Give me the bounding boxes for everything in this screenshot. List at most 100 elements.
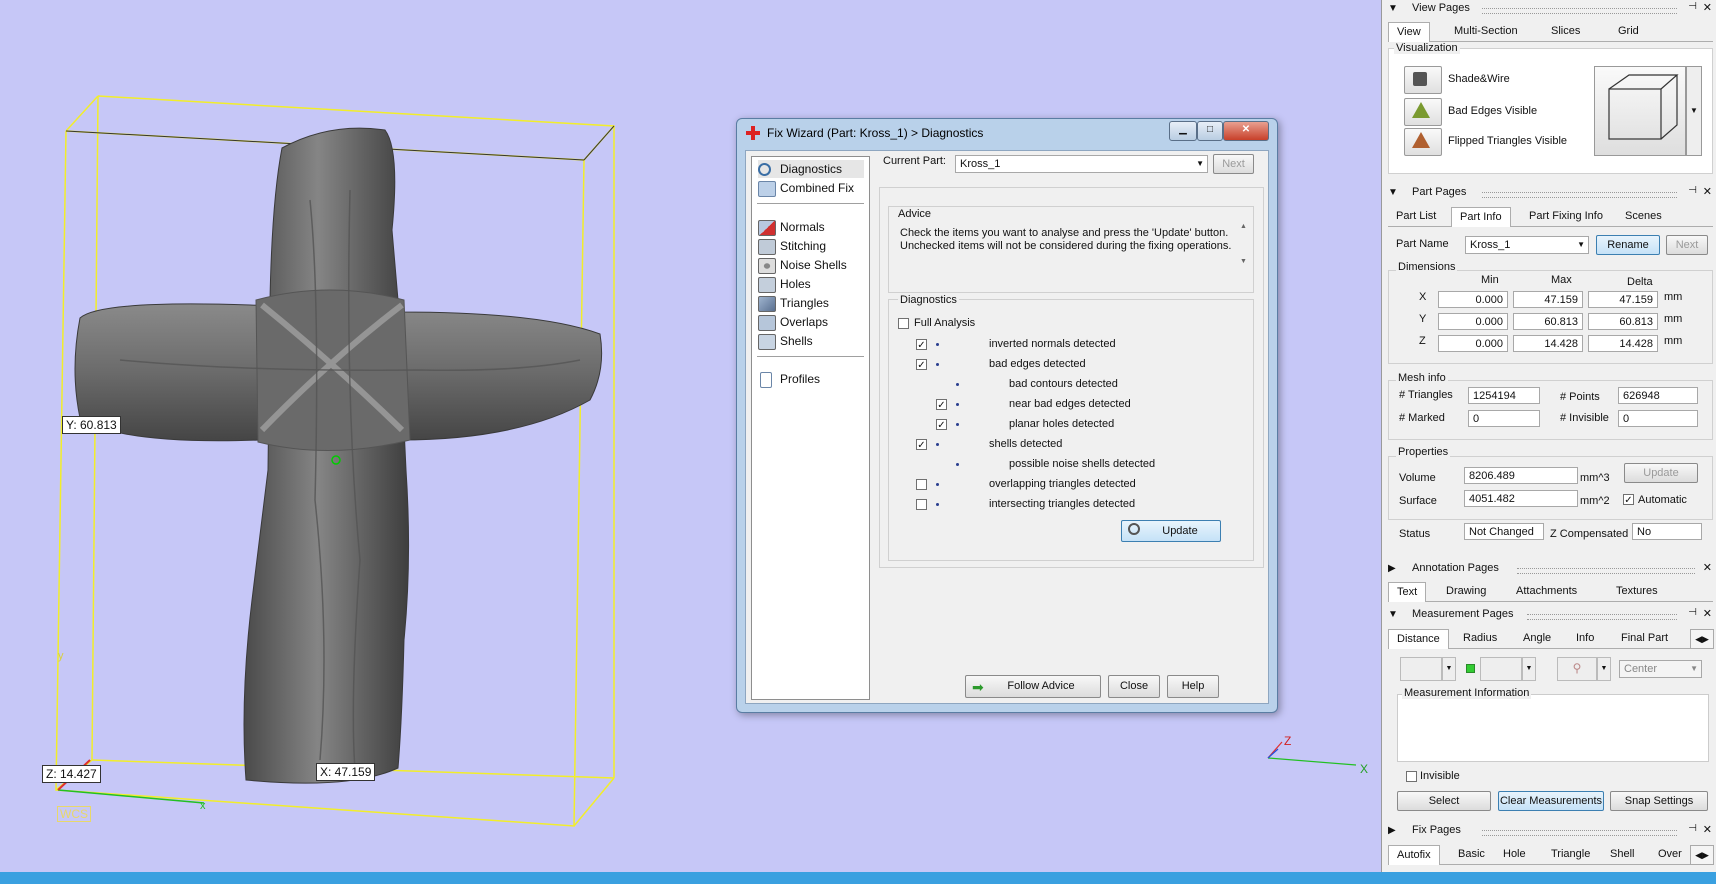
fix-tabs: Autofix Basic Hole Triangle Shell Over ◀… <box>1388 845 1714 865</box>
close-icon[interactable]: ✕ <box>1703 1 1712 14</box>
tab-scenes[interactable]: Scenes <box>1617 207 1670 225</box>
current-part-dropdown[interactable]: Kross_1 ▼ <box>955 155 1208 173</box>
part-pages-header[interactable]: ▼ Part Pages ⊣ ✕ <box>1382 184 1716 202</box>
magnifier-icon <box>758 163 771 176</box>
diagnostic-checkbox[interactable]: ✓ <box>916 339 927 351</box>
full-analysis-checkbox[interactable] <box>898 318 909 329</box>
tab-view[interactable]: View <box>1388 22 1430 42</box>
advice-scrollbar[interactable]: ▲ ▼ <box>1238 223 1249 285</box>
snap-mode-button[interactable] <box>1480 657 1522 681</box>
follow-advice-button[interactable]: ➡ Follow Advice <box>965 675 1101 698</box>
tab-text[interactable]: Text <box>1388 582 1427 602</box>
view-pages-header[interactable]: ▼ View Pages ⊣ ✕ <box>1382 0 1716 18</box>
tab-drawing[interactable]: Drawing <box>1438 582 1494 600</box>
advice-label: Advice <box>898 208 932 220</box>
fix-wizard-dialog[interactable]: Fix Wizard (Part: Kross_1) > Diagnostics… <box>736 118 1278 713</box>
pin-icon[interactable]: ⊣ <box>1688 185 1697 196</box>
nav-item-triangles[interactable]: Triangles <box>758 294 829 312</box>
diagnostic-checkbox[interactable] <box>916 499 927 510</box>
tab-info[interactable]: Info <box>1568 629 1602 647</box>
fix-pages-header[interactable]: ▶ Fix Pages ⊣ ✕ <box>1382 822 1716 840</box>
maximize-button[interactable]: □ <box>1197 121 1223 141</box>
invisible-checkbox[interactable] <box>1406 771 1417 782</box>
tab-textures[interactable]: Textures <box>1608 582 1666 600</box>
tab-final-part[interactable]: Final Part <box>1613 629 1676 647</box>
tab-part-fixing-info[interactable]: Part Fixing Info <box>1521 207 1611 225</box>
close-icon[interactable]: ✕ <box>1703 823 1712 836</box>
nav-label: Profiles <box>780 372 821 386</box>
nav-item-profiles[interactable]: Profiles <box>758 370 820 388</box>
tab-distance[interactable]: Distance <box>1388 629 1449 649</box>
tab-radius[interactable]: Radius <box>1455 629 1505 647</box>
diagnostic-checkbox[interactable]: ✓ <box>936 399 947 411</box>
close-icon[interactable]: ✕ <box>1703 185 1712 198</box>
chevron-down-icon: ▼ <box>1196 159 1204 168</box>
nav-item-noise-shells[interactable]: Noise Shells <box>758 256 847 274</box>
next-button[interactable]: Next <box>1213 154 1254 174</box>
close-icon[interactable]: ✕ <box>1703 607 1712 620</box>
nav-item-combined-fix[interactable]: Combined Fix <box>758 179 854 197</box>
minimize-button[interactable]: ▁ <box>1169 121 1197 141</box>
diagnostic-checkbox[interactable]: ✓ <box>936 419 947 431</box>
tab-grid[interactable]: Grid <box>1610 22 1647 40</box>
nav-item-shells[interactable]: Shells <box>758 332 813 350</box>
snap-settings-button[interactable]: Snap Settings <box>1610 791 1708 811</box>
tab-part-info[interactable]: Part Info <box>1451 207 1511 227</box>
view-cube-dropdown[interactable]: ▼ <box>1686 66 1702 156</box>
measure-tool-icon[interactable]: ⚲ <box>1557 657 1597 681</box>
nav-item-overlaps[interactable]: Overlaps <box>758 313 828 331</box>
tab-autofix[interactable]: Autofix <box>1388 845 1440 865</box>
part-name-dropdown[interactable]: Kross_1 ▼ <box>1465 236 1589 254</box>
nav-item-stitching[interactable]: Stitching <box>758 237 826 255</box>
tab-part-list[interactable]: Part List <box>1388 207 1444 225</box>
tab-scroll-arrows[interactable]: ◀▶ <box>1690 845 1714 865</box>
close-icon[interactable]: ✕ <box>1703 561 1712 574</box>
volume-unit: mm^3 <box>1580 472 1610 484</box>
3d-viewport[interactable]: Y: 60.813 Z: 14.427 X: 47.159 WCS y x Z … <box>0 0 1381 872</box>
point-mode-button[interactable] <box>1400 657 1442 681</box>
bad-edges-button[interactable] <box>1404 98 1442 126</box>
pin-icon[interactable]: ⊣ <box>1688 1 1697 12</box>
view-cube[interactable] <box>1594 66 1686 156</box>
close-window-button[interactable]: ✕ <box>1223 121 1269 141</box>
rename-button[interactable]: Rename <box>1596 235 1660 255</box>
diagnostic-checkbox[interactable]: ✓ <box>916 439 927 451</box>
snap-mode-dropdown[interactable]: ▼ <box>1522 657 1536 681</box>
close-button[interactable]: Close <box>1108 675 1160 698</box>
part-tabs: Part List Part Info Part Fixing Info Sce… <box>1388 207 1713 227</box>
diagnostic-checkbox[interactable]: ✓ <box>916 359 927 371</box>
properties-update-button[interactable]: Update <box>1624 463 1698 483</box>
part-next-button[interactable]: Next <box>1666 235 1708 255</box>
tab-over[interactable]: Over <box>1650 845 1690 863</box>
pin-icon[interactable]: ⊣ <box>1688 607 1697 618</box>
tab-slices[interactable]: Slices <box>1543 22 1588 40</box>
clear-measurements-button[interactable]: Clear Measurements <box>1498 791 1604 811</box>
tab-angle[interactable]: Angle <box>1515 629 1559 647</box>
nav-item-diagnostics[interactable]: Diagnostics <box>758 160 864 178</box>
select-button[interactable]: Select <box>1397 791 1491 811</box>
nav-item-normals[interactable]: Normals <box>758 218 825 236</box>
tab-basic[interactable]: Basic <box>1450 845 1493 863</box>
tab-shell[interactable]: Shell <box>1602 845 1642 863</box>
nav-item-holes[interactable]: Holes <box>758 275 811 293</box>
pin-icon[interactable]: ⊣ <box>1688 823 1697 834</box>
holes-icon <box>758 277 776 293</box>
measurement-pages-header[interactable]: ▼ Measurement Pages ⊣ ✕ <box>1382 606 1716 624</box>
shade-wire-button[interactable] <box>1404 66 1442 94</box>
tab-attachments[interactable]: Attachments <box>1508 582 1585 600</box>
point-mode-dropdown[interactable]: ▼ <box>1442 657 1456 681</box>
help-button[interactable]: Help <box>1167 675 1219 698</box>
update-button[interactable]: Update <box>1121 520 1221 542</box>
axis-y-label: y <box>58 650 64 662</box>
center-dropdown[interactable]: Center ▼ <box>1619 660 1702 678</box>
annotation-pages-header[interactable]: ▶ Annotation Pages ✕ <box>1382 560 1716 578</box>
tab-scroll-arrows[interactable]: ◀▶ <box>1690 629 1714 649</box>
tab-hole[interactable]: Hole <box>1495 845 1534 863</box>
measure-tool-dropdown[interactable]: ▼ <box>1597 657 1611 681</box>
automatic-checkbox[interactable]: ✓ <box>1623 494 1634 506</box>
part-name-value: Kross_1 <box>1470 239 1511 251</box>
tab-triangle[interactable]: Triangle <box>1543 845 1598 863</box>
tab-multi-section[interactable]: Multi-Section <box>1446 22 1526 40</box>
diagnostic-checkbox[interactable] <box>916 479 927 490</box>
flipped-triangles-button[interactable] <box>1404 128 1442 156</box>
